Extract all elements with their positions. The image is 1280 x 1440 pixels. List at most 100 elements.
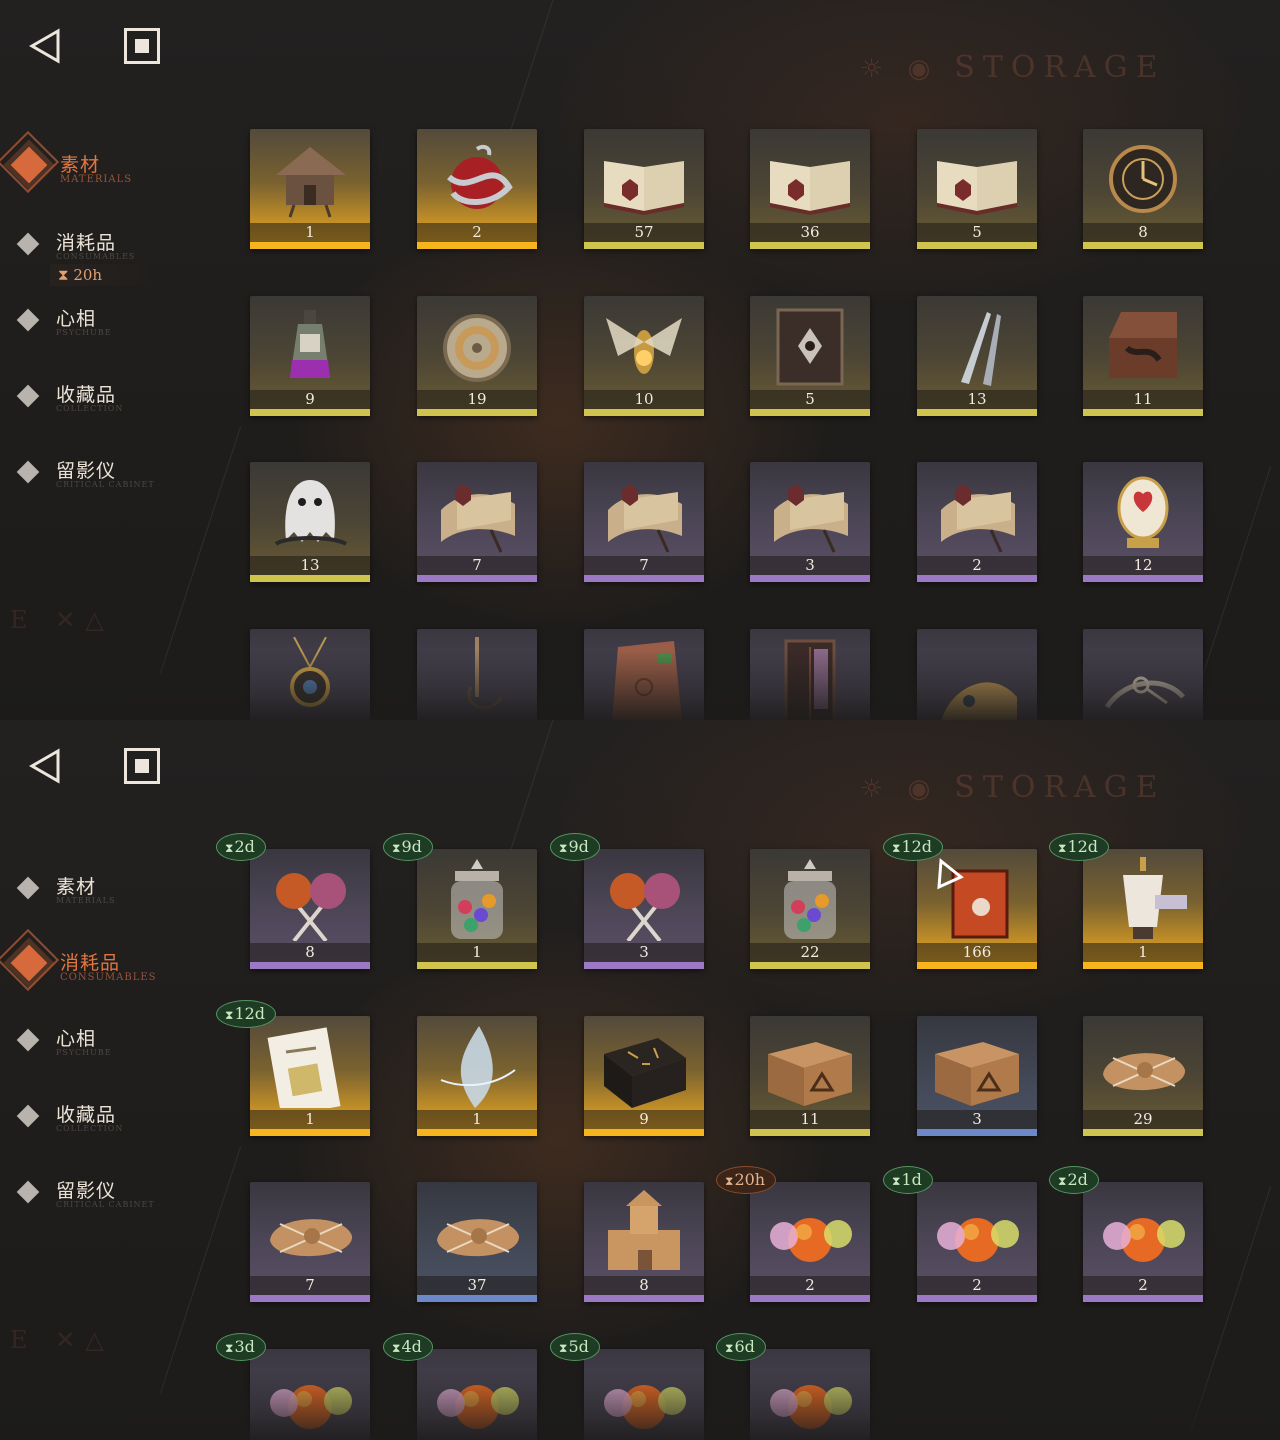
item-tile[interactable]: 11 [750, 1016, 870, 1136]
scroll-icon [431, 470, 523, 554]
nav-label: 收藏品 [56, 1104, 117, 1126]
item-tile[interactable]: 13 [917, 296, 1037, 416]
book-icon [764, 137, 856, 221]
expiry-text: 9d [401, 837, 422, 856]
egg-icon [1097, 470, 1189, 554]
item-tile[interactable] [250, 629, 370, 720]
expiry-badge: ⧗5d [550, 1333, 600, 1361]
nav-item-collection[interactable]: 收藏品 COLLECTION [16, 1098, 216, 1138]
nav-item-collection[interactable]: 收藏品 COLLECTION [16, 378, 216, 418]
item-tile[interactable]: ⧗6d [716, 1333, 870, 1440]
item-tile[interactable]: 2 ⧗20h [716, 1166, 870, 1302]
rarity-bar [1083, 962, 1203, 969]
item-tile[interactable] [1083, 629, 1203, 720]
expiry-badge: ⧗6d [716, 1333, 766, 1361]
item-tile[interactable]: 1 ⧗12d [1049, 833, 1203, 969]
item-tile[interactable]: 12 [1083, 462, 1203, 582]
item-tile[interactable]: 29 [1083, 1016, 1203, 1136]
item-tile[interactable]: 10 [584, 296, 704, 416]
nav-item-critical-cabinet[interactable]: 留影仪 CRITICAL CABINET [16, 1174, 216, 1214]
item-tile[interactable]: 1 ⧗9d [383, 833, 537, 969]
item-tile[interactable]: 3 [917, 1016, 1037, 1136]
item-quantity: 5 [805, 390, 815, 408]
item-quantity: 3 [805, 556, 815, 574]
item-tile[interactable] [417, 629, 537, 720]
item-quantity: 36 [800, 223, 820, 241]
rarity-bar [750, 575, 870, 582]
item-tile[interactable]: 9 [250, 296, 370, 416]
item-tile[interactable]: 2 ⧗2d [1049, 1166, 1203, 1302]
item-tile[interactable]: 1 [250, 129, 370, 249]
item-tile[interactable]: 19 [417, 296, 537, 416]
red-book-icon [931, 857, 1023, 941]
diamond-icon [16, 1028, 40, 1052]
item-tile[interactable]: 166 ⧗12d [883, 833, 1037, 969]
item-tile[interactable]: 9 [584, 1016, 704, 1136]
item-tile[interactable]: 7 [417, 462, 537, 582]
rarity-bar [1083, 409, 1203, 416]
item-quantity: 9 [639, 1110, 649, 1128]
expiry-text: 3d [234, 1337, 255, 1356]
item-tile[interactable]: 8 ⧗2d [216, 833, 370, 969]
crystal-icon [431, 1024, 523, 1108]
item-tile[interactable]: 37 [417, 1182, 537, 1302]
item-tile[interactable]: ⧗5d [550, 1333, 704, 1440]
item-tile[interactable]: 2 ⧗1d [883, 1166, 1037, 1302]
item-tile[interactable] [584, 629, 704, 720]
item-tile[interactable]: 5 [917, 129, 1037, 249]
rarity-bar [250, 242, 370, 249]
book-icon [598, 137, 690, 221]
nav-item-materials[interactable]: 素材 MATERIALS [16, 870, 216, 910]
nav-item-psychube[interactable]: 心相 PSYCHUBE [16, 302, 216, 342]
item-tile[interactable]: 57 [584, 129, 704, 249]
item-tile[interactable]: ⧗4d [383, 1333, 537, 1440]
expiry-badge: ⧗9d [383, 833, 433, 861]
rarity-bar [584, 1295, 704, 1302]
item-quantity: 29 [1133, 1110, 1153, 1128]
item-tile[interactable]: 7 [250, 1182, 370, 1302]
item-tile[interactable]: 2 [917, 462, 1037, 582]
nav-item-consumables[interactable]: 消耗品 CONSUMABLES [16, 226, 216, 266]
item-tile[interactable]: 5 [750, 296, 870, 416]
nav-item-critical-cabinet[interactable]: 留影仪 CRITICAL CABINET [16, 454, 216, 494]
nav-item-psychube[interactable]: 心相 PSYCHUBE [16, 1022, 216, 1062]
nav-item-consumables[interactable]: 消耗品 CONSUMABLES [0, 928, 216, 992]
potion-bottle-icon [264, 304, 356, 388]
item-tile[interactable]: 1 ⧗12d [216, 1000, 370, 1136]
item-quantity: 7 [305, 1276, 315, 1294]
item-quantity: 9 [305, 390, 315, 408]
item-tile[interactable]: 13 [250, 462, 370, 582]
item-tile[interactable]: 36 [750, 129, 870, 249]
rarity-bar [1083, 575, 1203, 582]
nav-sublabel: CRITICAL CABINET [56, 480, 155, 489]
lollipop-icon [264, 857, 356, 943]
nav-label: 收藏品 [56, 384, 117, 406]
item-quantity: 22 [800, 943, 820, 961]
compass-icon [431, 304, 523, 388]
expiry-text: 2d [1067, 1170, 1088, 1189]
hourglass-icon: ⧗ [225, 1341, 234, 1355]
helmet-icon [931, 637, 1023, 720]
item-tile[interactable] [750, 629, 870, 720]
item-tile[interactable]: 8 [1083, 129, 1203, 249]
item-quantity: 166 [962, 943, 992, 961]
item-tile[interactable]: 3 ⧗9d [550, 833, 704, 969]
item-tile[interactable]: 11 [1083, 296, 1203, 416]
item-tile[interactable]: 1 [417, 1016, 537, 1136]
hourglass-icon: ⧗ [392, 1341, 401, 1355]
nav-sublabel: COLLECTION [56, 1124, 124, 1133]
diamond-icon [16, 308, 40, 332]
item-tile[interactable]: 7 [584, 462, 704, 582]
rarity-bar [417, 1295, 537, 1302]
item-tile[interactable]: 2 [417, 129, 537, 249]
item-tile[interactable]: 3 [750, 462, 870, 582]
item-tile[interactable] [917, 629, 1037, 720]
expiry-badge: ⧗3d [216, 1333, 266, 1361]
item-quantity: 1 [305, 223, 315, 241]
item-tile[interactable]: 8 [584, 1182, 704, 1302]
item-tile[interactable]: ⧗3d [216, 1333, 370, 1440]
item-tile[interactable]: 22 [750, 849, 870, 969]
nav-item-materials[interactable]: 素材 MATERIALS [0, 130, 216, 194]
item-quantity: 57 [634, 223, 654, 241]
item-quantity: 7 [639, 556, 649, 574]
